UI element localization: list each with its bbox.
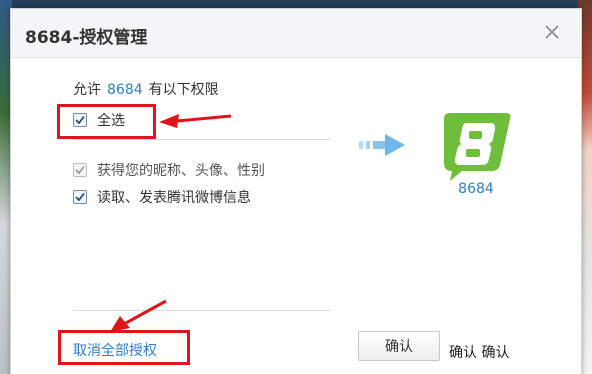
annotation-arrow-cancel-all-icon xyxy=(110,299,167,332)
permission-label-weibo: 读取、发表腾讯微博信息 xyxy=(97,190,251,206)
permission-label-profile: 获得您的昵称、头像、性别 xyxy=(97,163,265,179)
highlight-box-select-all xyxy=(57,104,156,139)
permission-item-profile: 获得您的昵称、头像、性别 xyxy=(73,160,265,180)
dialog-titlebar: 8684-授权管理 xyxy=(11,9,581,58)
intro-prefix: 允许 xyxy=(73,82,101,98)
permission-checkbox-profile xyxy=(73,163,87,177)
app-name-label: 8684 xyxy=(458,181,494,197)
transfer-arrow-icon xyxy=(359,134,405,156)
divider-top xyxy=(73,139,331,140)
permission-intro: 允许 8684 有以下权限 xyxy=(73,79,219,99)
intro-app-name: 8684 xyxy=(107,82,143,98)
overlay-confirm-text: 确认 确认 xyxy=(449,342,510,362)
confirm-button[interactable]: 确认 xyxy=(358,331,440,361)
permission-item-weibo[interactable]: 读取、发表腾讯微博信息 xyxy=(73,187,251,207)
app-logo-icon xyxy=(436,105,516,185)
intro-suffix: 有以下权限 xyxy=(148,82,219,98)
authorization-dialog: 8684-授权管理 允许8684有以下权限 全选 获得您的昵称、头像、性别 xyxy=(10,8,582,374)
dialog-title: 8684-授权管理 xyxy=(25,28,148,48)
permission-checkbox-weibo[interactable] xyxy=(73,190,87,204)
annotation-arrow-select-all-icon xyxy=(159,114,232,128)
screenshot-stage: 8684-授权管理 允许8684有以下权限 全选 获得您的昵称、头像、性别 xyxy=(0,0,592,374)
close-icon[interactable] xyxy=(543,23,561,41)
